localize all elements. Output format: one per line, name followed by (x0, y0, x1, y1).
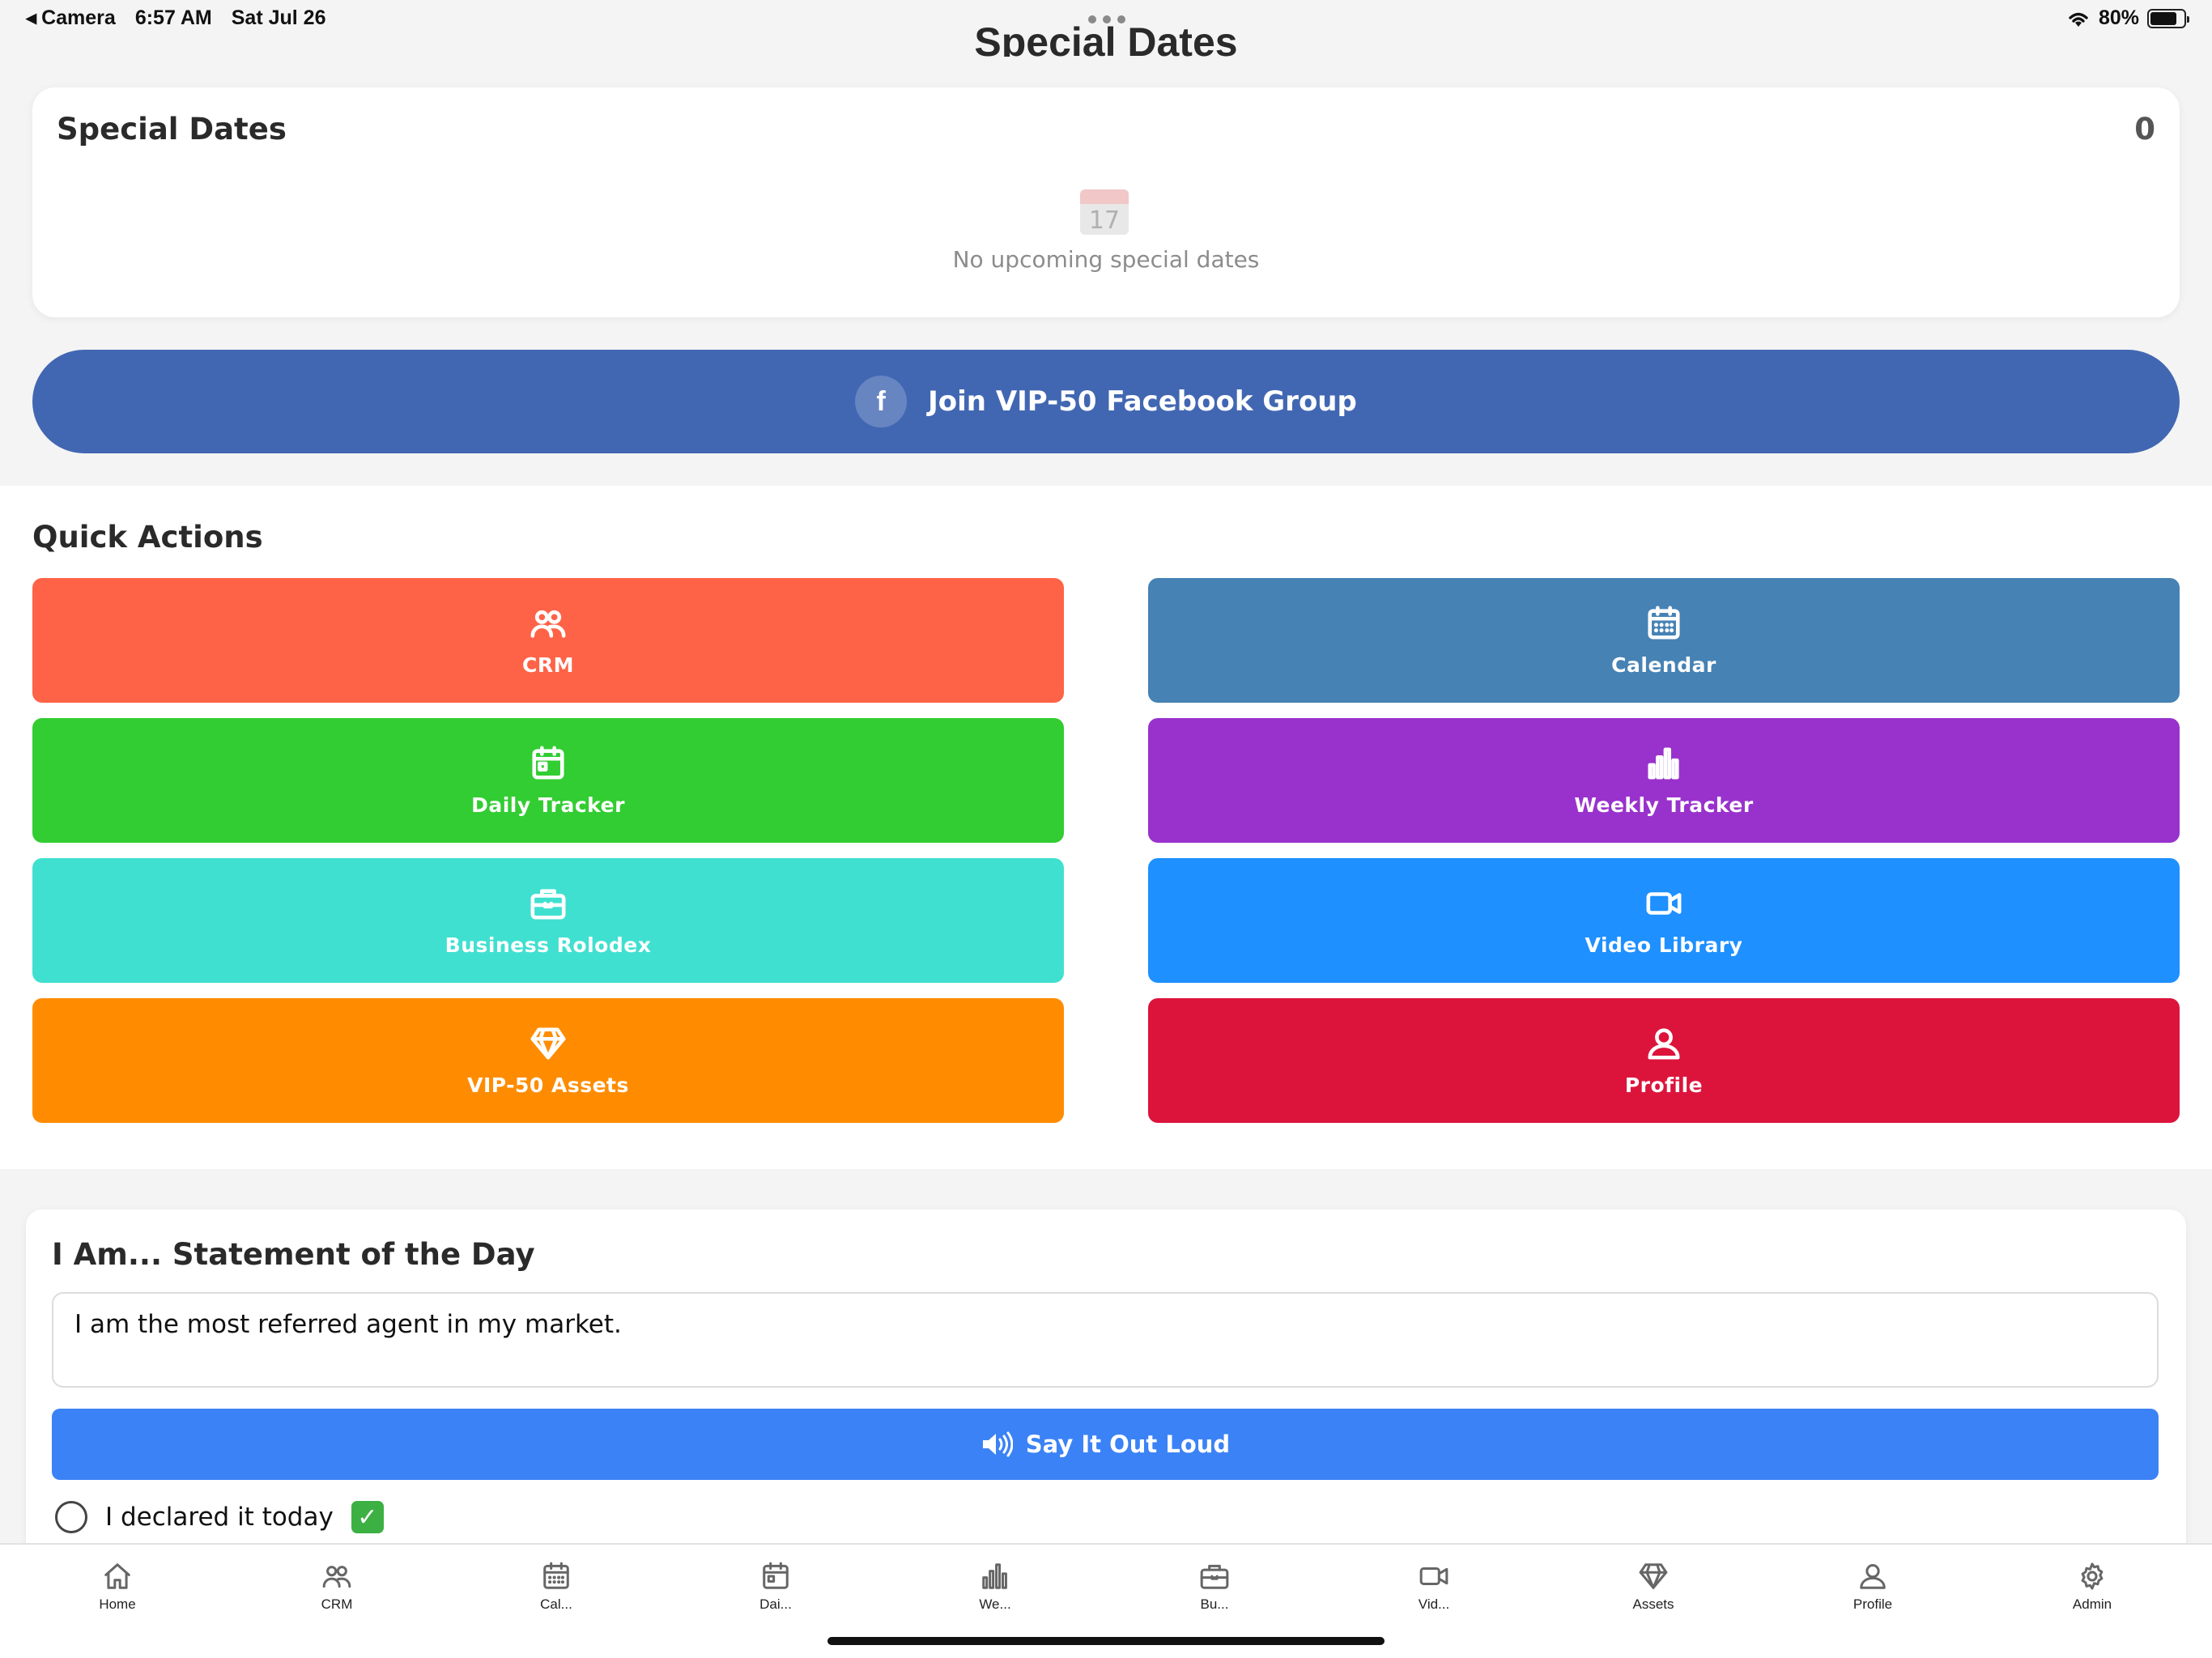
declared-today-radio[interactable] (55, 1501, 87, 1533)
tab-crm[interactable]: CRM (272, 1561, 402, 1613)
facebook-group-button[interactable]: f Join VIP-50 Facebook Group (32, 350, 2180, 453)
tab-calendar[interactable]: Cal... (491, 1561, 621, 1613)
tab-home[interactable]: Home (53, 1561, 182, 1613)
quick-action-daily-tracker-label: Daily Tracker (471, 793, 625, 817)
home-indicator[interactable] (827, 1637, 1385, 1645)
quick-action-crm-label: CRM (522, 653, 574, 677)
video-icon (1646, 891, 1682, 915)
statement-text-field[interactable]: I am the most referred agent in my marke… (52, 1292, 2159, 1388)
quick-action-weekly-tracker[interactable]: Weekly Tracker (1148, 718, 2180, 843)
tab-weekly-tracker[interactable]: We... (930, 1561, 1060, 1613)
facebook-icon: f (855, 376, 908, 427)
tab-video-library-label: Vid... (1418, 1596, 1450, 1612)
declared-today-row[interactable]: I declared it today ✓ (55, 1501, 384, 1533)
statement-title: I Am... Statement of the Day (52, 1237, 535, 1272)
quick-action-daily-tracker[interactable]: Daily Tracker (32, 718, 1064, 843)
tab-home-label: Home (99, 1596, 136, 1612)
calendar-day-icon (532, 746, 564, 780)
special-dates-card: Special Dates 0 17 No upcoming special d… (32, 87, 2180, 317)
special-dates-count: 0 (2134, 112, 2155, 147)
quick-action-weekly-tracker-label: Weekly Tracker (1574, 793, 1754, 817)
calendar-icon (1648, 606, 1680, 640)
tab-admin[interactable]: Admin (2027, 1561, 2157, 1613)
briefcase-icon (530, 888, 566, 920)
quick-action-calendar[interactable]: Calendar (1148, 578, 2180, 703)
bar-chart-icon (982, 1563, 1007, 1589)
check-mark-icon: ✓ (351, 1501, 384, 1533)
users-icon (322, 1566, 351, 1588)
bar-chart-icon (1648, 746, 1679, 780)
user-icon (1860, 1564, 1886, 1589)
briefcase-icon (1200, 1564, 1229, 1589)
tab-assets[interactable]: Assets (1589, 1561, 1718, 1613)
say-it-out-loud-button[interactable]: Say It Out Loud (52, 1409, 2159, 1480)
tab-profile-label: Profile (1853, 1596, 1893, 1612)
user-icon (1648, 1027, 1680, 1060)
say-it-out-loud-label: Say It Out Loud (1025, 1431, 1231, 1458)
declared-today-label: I declared it today (105, 1503, 334, 1532)
tab-profile[interactable]: Profile (1808, 1561, 1938, 1613)
calendar-day-icon (763, 1562, 789, 1589)
quick-action-profile[interactable]: Profile (1148, 998, 2180, 1123)
quick-actions-section: Quick Actions CRM Calendar Daily Tracker… (0, 486, 2212, 1169)
facebook-group-label: Join VIP-50 Facebook Group (928, 385, 1357, 418)
tab-daily-tracker-label: Dai... (759, 1596, 792, 1612)
gear-icon (2081, 1562, 2104, 1590)
tab-video-library[interactable]: Vid... (1369, 1561, 1499, 1613)
quick-action-vip50-assets[interactable]: VIP-50 Assets (32, 998, 1064, 1123)
calendar-emoji-day: 17 (1089, 206, 1120, 235)
quick-actions-title: Quick Actions (32, 520, 263, 555)
diamond-icon (530, 1027, 566, 1060)
tab-business-rolodex[interactable]: Bu... (1150, 1561, 1279, 1613)
special-dates-title: Special Dates (57, 112, 287, 147)
empty-state-text: No upcoming special dates (952, 246, 1260, 273)
tab-calendar-label: Cal... (540, 1596, 572, 1612)
quick-action-crm[interactable]: CRM (32, 578, 1064, 703)
users-icon (530, 610, 566, 638)
quick-action-business-rolodex[interactable]: Business Rolodex (32, 858, 1064, 983)
tab-daily-tracker[interactable]: Dai... (711, 1561, 840, 1613)
tab-admin-label: Admin (2072, 1596, 2112, 1612)
calendar-emoji-icon: 17 (1080, 189, 1129, 235)
tab-weekly-tracker-label: We... (979, 1596, 1011, 1612)
quick-action-profile-label: Profile (1624, 1073, 1704, 1097)
tab-business-rolodex-label: Bu... (1200, 1596, 1229, 1612)
home-icon (104, 1563, 130, 1589)
quick-action-video-library-label: Video Library (1585, 933, 1743, 957)
quick-action-vip50-assets-label: VIP-50 Assets (467, 1073, 629, 1097)
quick-action-business-rolodex-label: Business Rolodex (445, 933, 652, 957)
video-icon (1419, 1567, 1448, 1586)
page-title: Special Dates (974, 19, 1238, 57)
calendar-icon (543, 1562, 569, 1589)
speaker-icon (982, 1431, 1013, 1457)
tab-assets-label: Assets (1632, 1596, 1674, 1612)
tab-crm-label: CRM (321, 1596, 353, 1612)
diamond-icon (1639, 1563, 1668, 1589)
quick-action-calendar-label: Calendar (1611, 653, 1716, 677)
quick-action-video-library[interactable]: Video Library (1148, 858, 2180, 983)
